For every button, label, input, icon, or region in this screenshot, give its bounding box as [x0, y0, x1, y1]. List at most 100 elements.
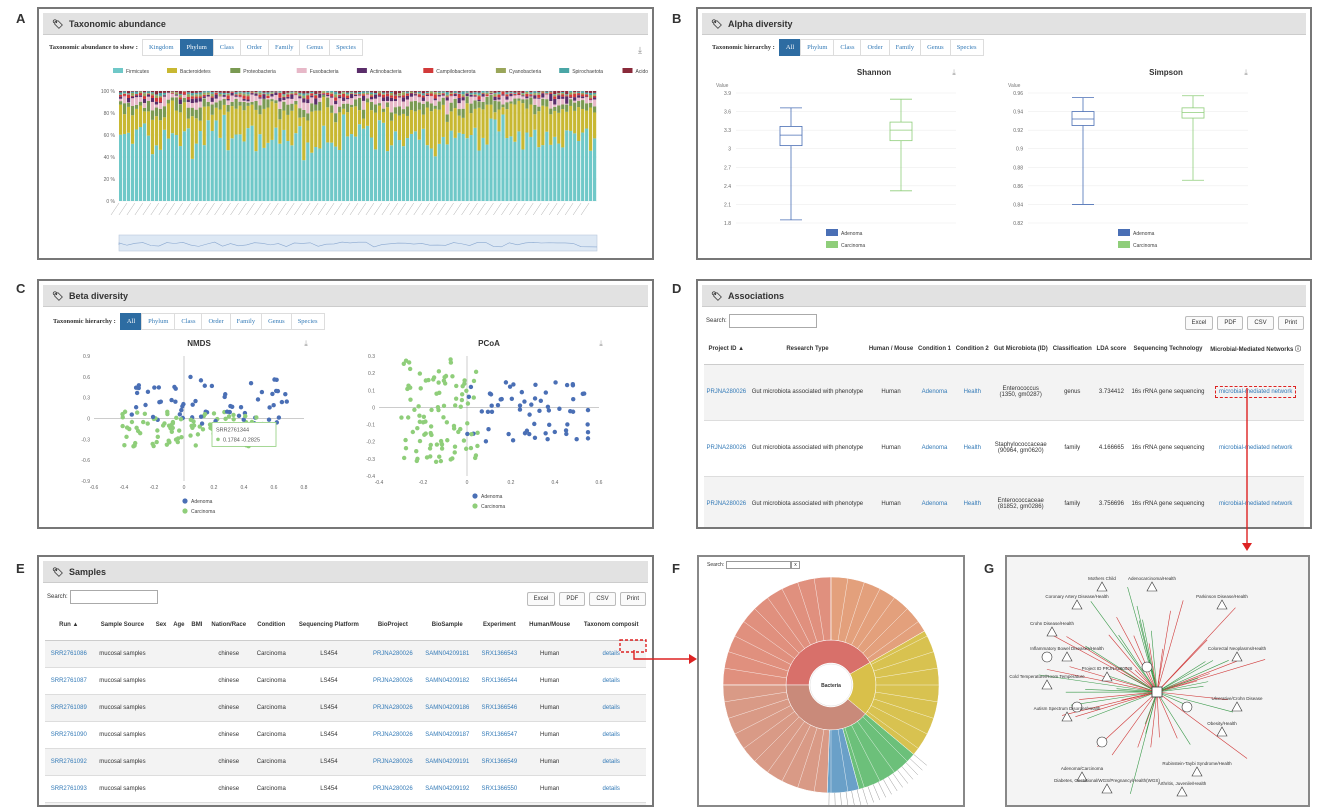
details-link[interactable]: details — [576, 801, 646, 805]
run-link[interactable]: SRR2761090 — [45, 720, 93, 748]
search-input[interactable] — [69, 589, 158, 604]
print-button[interactable]: Print — [619, 592, 646, 606]
experiment-link[interactable]: SRX1366549 — [475, 747, 523, 775]
run-link[interactable]: SRR2761086 — [45, 639, 93, 667]
col-run[interactable]: Run ▲ — [45, 610, 93, 641]
tab-all[interactable]: All — [778, 39, 802, 56]
run-link[interactable]: SRR2761093 — [45, 774, 93, 802]
biosample-link[interactable]: SAMN04209191 — [418, 747, 476, 775]
col-condition[interactable]: Condition — [251, 610, 291, 641]
tab-phylum[interactable]: Phylum — [800, 39, 835, 56]
microbiota-id[interactable]: (90964, gm0620) — [998, 448, 1044, 454]
tab-kingdom[interactable]: Kingdom — [141, 39, 181, 56]
project-link[interactable]: PRJNA280026 — [704, 363, 749, 420]
bioproject-link[interactable]: PRJNA280026 — [366, 774, 419, 802]
bioproject-link[interactable]: PRJNA280026 — [366, 666, 419, 694]
details-link[interactable]: details — [576, 774, 646, 802]
tab-genus[interactable]: Genus — [299, 39, 331, 56]
tab-phylum[interactable]: Phylum — [141, 313, 176, 330]
tab-genus[interactable]: Genus — [920, 39, 951, 56]
details-link[interactable]: details — [576, 666, 646, 694]
details-link[interactable]: details — [576, 639, 646, 667]
col-biosample[interactable]: BioSample — [418, 610, 476, 641]
col-sample-source[interactable]: Sample Source — [92, 610, 153, 641]
tab-family[interactable]: Family — [888, 39, 922, 56]
col-sequencing[interactable]: Sequencing Technology — [1128, 334, 1208, 365]
bioproject-link[interactable]: PRJNA280026 — [366, 693, 419, 721]
col-research-type[interactable]: Research Type — [748, 334, 867, 365]
col-classification[interactable]: Classification — [1050, 334, 1095, 365]
col-host[interactable]: Human/Mouse — [522, 610, 577, 641]
biosample-link[interactable]: SAMN04209186 — [418, 693, 476, 721]
csv-button[interactable]: CSV — [1247, 316, 1274, 330]
condition-2-link[interactable]: Health — [953, 419, 992, 476]
tab-phylum[interactable]: Phylum — [179, 39, 214, 56]
col-age[interactable]: Age — [169, 610, 188, 641]
microbiota-id[interactable]: (1350, gm0287) — [1000, 392, 1042, 398]
details-link[interactable]: details — [576, 720, 646, 748]
condition-1-link[interactable]: Adenoma — [915, 475, 954, 527]
tab-species[interactable]: Species — [949, 39, 984, 56]
excel-button[interactable]: Excel — [526, 592, 556, 606]
project-link[interactable]: PRJNA280026 — [704, 419, 749, 476]
project-link[interactable]: PRJNA280026 — [704, 475, 749, 527]
condition-2-link[interactable]: Health — [953, 363, 992, 420]
tab-all[interactable]: All — [119, 313, 143, 330]
experiment-link[interactable]: SRX1366546 — [475, 693, 523, 721]
tab-genus[interactable]: Genus — [261, 313, 292, 330]
bioproject-link[interactable]: PRJNA280026 — [366, 720, 419, 748]
run-link[interactable]: SRR2761089 — [45, 693, 93, 721]
col-sex[interactable]: Sex — [152, 610, 170, 641]
run-link[interactable]: SRR2761092 — [45, 747, 93, 775]
condition-2-link[interactable]: Health — [953, 475, 992, 527]
details-link[interactable]: details — [576, 747, 646, 775]
tab-species[interactable]: Species — [329, 39, 363, 56]
run-link[interactable]: SRR2761087 — [45, 666, 93, 694]
col-experiment[interactable]: Experiment — [475, 610, 523, 641]
biosample-link[interactable]: SAMN04209182 — [418, 666, 476, 694]
tab-order[interactable]: Order — [239, 39, 270, 56]
condition-1-link[interactable]: Adenoma — [915, 363, 954, 420]
experiment-link[interactable]: SRX1366547 — [475, 720, 523, 748]
col-platform[interactable]: Sequencing Platform — [290, 610, 367, 641]
col-host[interactable]: Human / Mouse — [866, 334, 916, 365]
bioproject-link[interactable]: PRJNA280026 — [366, 639, 419, 667]
tab-family[interactable]: Family — [268, 39, 301, 56]
csv-button[interactable]: CSV — [589, 592, 616, 606]
biosample-link[interactable]: SAMN04209181 — [418, 639, 476, 667]
col-gut-microbiota[interactable]: Gut Microbiota (ID) — [991, 334, 1051, 365]
print-button[interactable]: Print — [1277, 316, 1304, 330]
col-project-id[interactable]: Project ID ▲ — [704, 334, 749, 365]
col-taxonomic[interactable]: Taxonom composit — [576, 610, 646, 641]
col-condition-1[interactable]: Condition 1 — [915, 334, 954, 365]
biosample-link[interactable]: SAMN04208932 — [418, 801, 476, 805]
col-lda-score[interactable]: LDA score — [1094, 334, 1129, 365]
tab-order[interactable]: Order — [201, 313, 231, 330]
help-icon[interactable]: ⓘ — [1295, 347, 1301, 353]
pdf-button[interactable]: PDF — [559, 592, 586, 606]
tab-class[interactable]: Class — [833, 39, 862, 56]
experiment-link[interactable]: SRX1366544 — [475, 666, 523, 694]
experiment-link[interactable]: SRX1366550 — [475, 774, 523, 802]
tab-family[interactable]: Family — [229, 313, 263, 330]
tab-species[interactable]: Species — [290, 313, 325, 330]
experiment-link[interactable]: SRX1366553 — [475, 801, 523, 805]
tab-class[interactable]: Class — [212, 39, 241, 56]
network-link[interactable]: microbial-mediated network — [1207, 475, 1304, 527]
col-nation[interactable]: Nation/Race — [205, 610, 252, 641]
pdf-button[interactable]: PDF — [1217, 316, 1244, 330]
download-icon[interactable]: ⤓ — [638, 45, 642, 56]
bioproject-link[interactable]: PRJNA280026 — [366, 747, 419, 775]
biosample-link[interactable]: SAMN04209192 — [418, 774, 476, 802]
tab-order[interactable]: Order — [860, 39, 890, 56]
col-condition-2[interactable]: Condition 2 — [953, 334, 992, 365]
biosample-link[interactable]: SAMN04209187 — [418, 720, 476, 748]
bioproject-link[interactable]: PRJNA280026 — [366, 801, 419, 805]
search-input[interactable] — [728, 313, 817, 328]
microbiota-id[interactable]: (81852, gm0286) — [998, 504, 1044, 510]
network-link[interactable]: microbial-mediated network — [1207, 419, 1304, 476]
col-bmi[interactable]: BMI — [187, 610, 206, 641]
condition-1-link[interactable]: Adenoma — [915, 419, 954, 476]
experiment-link[interactable]: SRX1366543 — [475, 639, 523, 667]
network-link[interactable]: microbial-mediated network — [1207, 363, 1304, 420]
